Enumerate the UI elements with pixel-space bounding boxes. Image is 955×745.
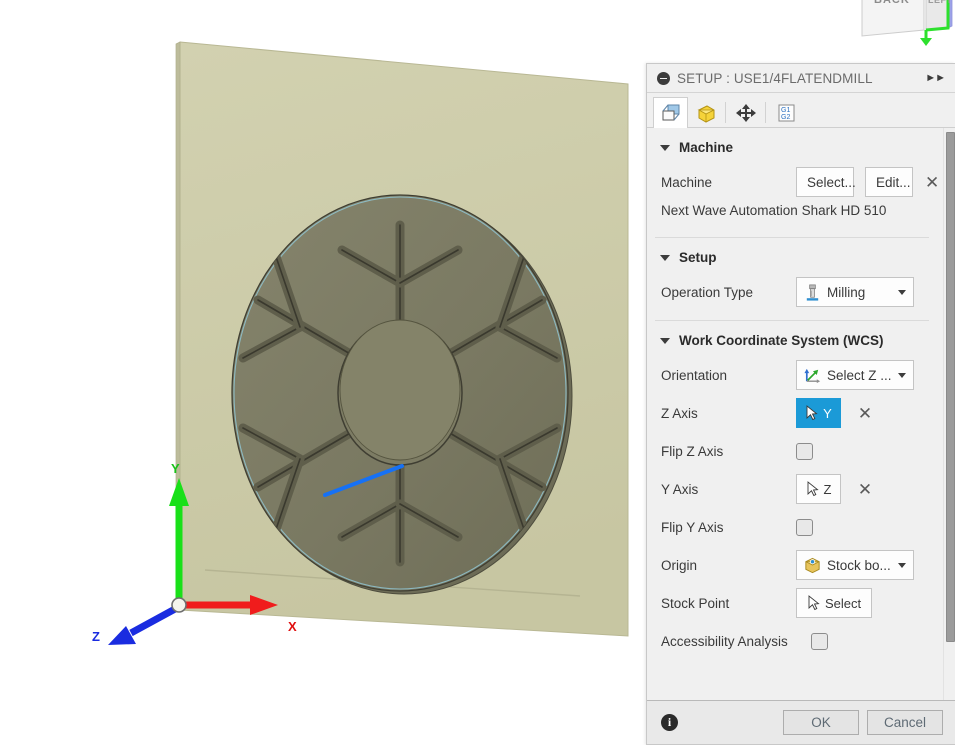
double-chevron-right-icon[interactable]: ►► xyxy=(925,72,947,84)
origin-row: Origin Stock bo... xyxy=(647,546,937,584)
tab-divider xyxy=(725,102,726,123)
axis-label-x: X xyxy=(288,619,297,634)
origin-value: Stock bo... xyxy=(827,557,891,573)
machine-label: Machine xyxy=(661,174,713,190)
flywheel-disc xyxy=(231,194,573,595)
dialog-footer: i OK Cancel xyxy=(647,700,955,744)
chevron-down-icon xyxy=(660,144,670,151)
view-cube-graphic[interactable] xyxy=(852,0,955,54)
orientation-row: Orientation Select Z ... xyxy=(647,356,937,394)
stock-point-label: Stock Point xyxy=(661,595,730,611)
section-wcs-title: Work Coordinate System (WCS) xyxy=(679,333,884,348)
machine-select-button[interactable]: Select... xyxy=(796,167,856,197)
origin-label: Origin xyxy=(661,557,698,573)
chevron-down-icon xyxy=(898,372,906,378)
stock-point-row: Stock Point Select xyxy=(647,584,937,622)
panel-scrollbar-thumb[interactable] xyxy=(946,132,955,642)
z-axis-row: Z Axis Y ✕ xyxy=(647,394,937,432)
flip-z-axis-row: Flip Z Axis xyxy=(647,432,937,470)
setup-dialog[interactable]: SETUP : USE1/4FLATENDMILL ►► G1 G2 Machi… xyxy=(646,63,955,745)
y-axis-clear-x-icon[interactable]: ✕ xyxy=(853,477,877,501)
cancel-button[interactable]: Cancel xyxy=(867,710,943,735)
section-machine-title: Machine xyxy=(679,140,734,155)
cursor-arrow-icon xyxy=(806,405,818,421)
y-axis-row: Y Axis Z ✕ xyxy=(647,470,937,508)
flip-z-axis-label: Flip Z Axis xyxy=(661,443,724,459)
axis-label-y: Y xyxy=(171,461,180,476)
stock-point-select-button[interactable]: Select xyxy=(796,588,873,618)
accessibility-analysis-row: Accessibility Analysis xyxy=(647,622,937,660)
machine-edit-button[interactable]: Edit... xyxy=(865,167,913,197)
dialog-scroll-area: Machine Machine Select... Edit... ✕ Next… xyxy=(647,128,943,700)
dialog-tab-strip[interactable]: G1 G2 xyxy=(647,93,955,128)
minus-circle-icon[interactable] xyxy=(657,71,670,85)
machine-value: Next Wave Automation Shark HD 510 xyxy=(661,203,887,218)
operation-type-label: Operation Type xyxy=(661,284,754,300)
flip-y-axis-row: Flip Y Axis xyxy=(647,508,937,546)
accessibility-analysis-label: Accessibility Analysis xyxy=(661,633,788,649)
y-axis-label: Y Axis xyxy=(661,481,699,497)
move-arrows-icon xyxy=(735,103,756,122)
section-setup-header[interactable]: Setup xyxy=(647,238,937,273)
section-wcs-header[interactable]: Work Coordinate System (WCS) xyxy=(647,321,937,356)
z-axis-value: Y xyxy=(823,405,832,421)
dialog-title-bar[interactable]: SETUP : USE1/4FLATENDMILL ►► xyxy=(647,64,955,93)
view-cube-left-label: LEFT xyxy=(928,0,953,5)
tab-stock[interactable] xyxy=(688,97,723,127)
origin-dropdown[interactable]: Stock bo... xyxy=(796,550,914,580)
tab-divider xyxy=(765,102,766,123)
view-cube-back-label: BACK xyxy=(874,0,910,6)
gcode-line-2: G2 xyxy=(781,114,790,121)
orientation-dropdown[interactable]: Select Z ... xyxy=(796,360,914,390)
z-axis-clear-x-icon[interactable]: ✕ xyxy=(853,401,877,425)
setup-cube-icon xyxy=(662,104,679,120)
view-cube[interactable]: BACK LEFT xyxy=(852,0,955,54)
info-icon[interactable]: i xyxy=(661,714,678,731)
flip-z-axis-checkbox[interactable] xyxy=(796,442,813,460)
section-machine-header[interactable]: Machine xyxy=(647,128,937,163)
chevron-down-icon xyxy=(660,337,670,344)
tab-post-process[interactable] xyxy=(728,97,763,127)
flip-y-axis-label: Flip Y Axis xyxy=(661,519,724,535)
stock-point-value: Select xyxy=(825,595,862,611)
machine-row: Machine Select... Edit... ✕ xyxy=(647,163,939,201)
y-axis-select-button[interactable]: Z xyxy=(796,474,841,504)
ok-button[interactable]: OK xyxy=(783,710,859,735)
z-axis-label: Z Axis xyxy=(661,405,698,421)
orientation-value: Select Z ... xyxy=(827,367,892,383)
accessibility-analysis-checkbox[interactable] xyxy=(811,632,828,650)
axis-label-z: Z xyxy=(92,629,100,644)
operation-type-row: Operation Type Milling xyxy=(647,273,937,311)
cursor-arrow-icon xyxy=(808,595,820,611)
orientation-label: Orientation xyxy=(661,367,728,383)
chevron-down-icon xyxy=(898,289,906,295)
machine-clear-x-icon[interactable]: ✕ xyxy=(925,170,939,194)
flip-y-axis-checkbox[interactable] xyxy=(796,518,813,536)
y-axis-value: Z xyxy=(823,481,832,497)
milling-tool-icon xyxy=(806,284,819,301)
gcode-line-1: G1 xyxy=(781,107,790,114)
section-setup-title: Setup xyxy=(679,250,717,265)
operation-type-dropdown[interactable]: Milling xyxy=(796,277,914,307)
stock-box-point-icon xyxy=(805,557,820,573)
cursor-arrow-icon xyxy=(807,481,819,497)
z-axis-select-button[interactable]: Y xyxy=(796,398,841,428)
g1-g2-code-icon: G1 G2 xyxy=(778,104,794,121)
tab-setup[interactable] xyxy=(653,97,688,128)
dialog-title: SETUP : USE1/4FLATENDMILL xyxy=(677,70,873,86)
tab-gcode[interactable]: G1 G2 xyxy=(768,97,803,127)
chevron-down-icon xyxy=(898,562,906,568)
dialog-body: Machine Machine Select... Edit... ✕ Next… xyxy=(647,128,955,700)
operation-type-value: Milling xyxy=(827,284,866,300)
axis-orientation-icon xyxy=(804,368,821,383)
yellow-box-icon xyxy=(696,104,714,123)
panel-scrollbar[interactable] xyxy=(943,128,955,700)
chevron-down-icon xyxy=(660,254,670,261)
